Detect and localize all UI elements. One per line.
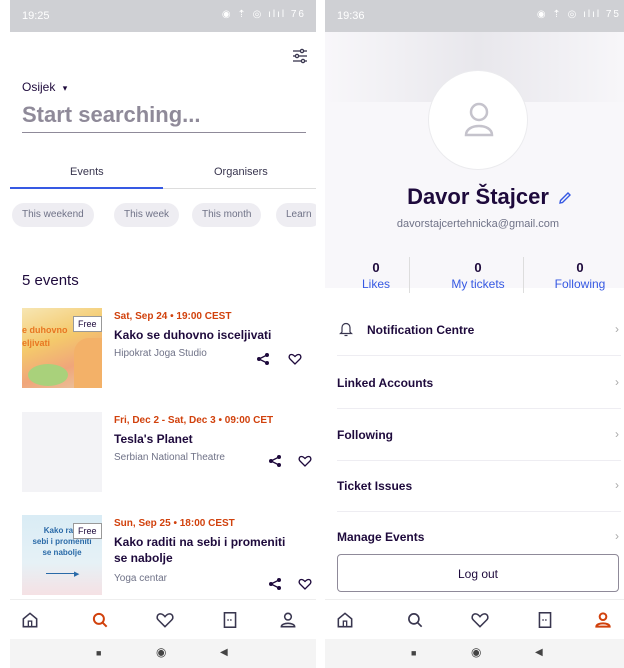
search-icon[interactable] [405, 610, 425, 630]
stat-likes[interactable]: 0 Likes [325, 260, 427, 291]
menu-notification-centre[interactable]: Notification Centre › [337, 305, 621, 356]
menu-label: Following [337, 428, 393, 442]
stat-label: Likes [361, 277, 390, 291]
avatar[interactable] [428, 70, 528, 170]
stat-my-tickets[interactable]: 0 My tickets [427, 260, 529, 291]
search-screen: 19:25 ◉ ⇡ ◎ ılıl 76 Osijek ▾ Start searc… [10, 0, 316, 668]
share-icon[interactable] [256, 352, 270, 366]
chevron-right-icon: › [615, 322, 619, 336]
stat-number: 0 [372, 260, 380, 275]
filter-icon[interactable] [292, 48, 308, 64]
share-icon[interactable] [268, 577, 282, 591]
event-date: Sun, Sep 25 • 18:00 CEST [114, 518, 235, 529]
stat-number: 0 [576, 260, 584, 275]
back-icon[interactable]: ◀ [535, 647, 543, 658]
status-bar: 19:25 ◉ ⇡ ◎ ılıl 76 [10, 0, 316, 32]
home-icon[interactable] [20, 610, 40, 630]
event-card[interactable]: Kako radi sebi i promeniti se nabolje ▶ … [22, 515, 312, 599]
events-count: 5 events [22, 272, 79, 289]
profile-header: Davor Štajcer davorstajcertehnicka@gmail… [325, 32, 624, 293]
chip-this-weekend[interactable]: This weekend [12, 203, 94, 227]
event-card[interactable]: e duhovno eljivati Free Sat, Sep 24 • 19… [22, 308, 312, 392]
profile-name: Davor Štajcer [407, 184, 549, 209]
profile-email: davorstajcertehnicka@gmail.com [396, 218, 560, 230]
recents-icon[interactable]: ■ [96, 648, 101, 658]
ticket-icon[interactable] [220, 610, 240, 630]
heart-icon[interactable] [155, 610, 175, 630]
menu-manage-events[interactable]: Manage Events › [337, 512, 621, 544]
tab-bar: Events Organisers [10, 163, 316, 189]
event-organizer: Serbian National Theatre [114, 452, 225, 463]
status-time: 19:36 [337, 10, 365, 22]
event-title: Kako raditi na sebi i promeniti se nabol… [114, 535, 286, 565]
heart-icon[interactable] [298, 454, 312, 468]
chip-learn[interactable]: Learn [276, 203, 316, 227]
search-input[interactable]: Start searching... [22, 102, 201, 128]
event-thumbnail [22, 412, 102, 492]
ticket-icon[interactable] [535, 610, 555, 630]
status-icons: ◉ ⇡ ◎ ılıl 75 [536, 9, 621, 20]
status-icons: ◉ ⇡ ◎ ılıl 76 [221, 9, 306, 20]
tab-organisers[interactable]: Organisers [214, 166, 268, 178]
location-selector[interactable]: Osijek ▾ [22, 80, 67, 94]
heart-icon[interactable] [470, 610, 490, 630]
chip-this-week[interactable]: This week [114, 203, 180, 227]
menu-linked-accounts[interactable]: Linked Accounts › [337, 358, 621, 409]
free-badge: Free [73, 316, 102, 332]
heart-icon[interactable] [288, 352, 302, 366]
free-badge: Free [73, 523, 102, 539]
event-title: Tesla's Planet [114, 432, 193, 446]
system-nav: ■ ◉ ◀ [325, 639, 624, 668]
chevron-right-icon: › [615, 529, 619, 543]
tab-indicator [10, 187, 163, 189]
search-icon[interactable] [90, 610, 110, 630]
stat-number: 0 [474, 260, 482, 275]
recents-icon[interactable]: ■ [411, 648, 416, 658]
bottom-nav [325, 599, 624, 639]
event-card[interactable]: Fri, Dec 2 - Sat, Dec 3 • 09:00 CET Tesl… [22, 412, 312, 496]
logout-button[interactable]: Log out [337, 554, 619, 592]
status-time: 19:25 [22, 10, 50, 22]
divider [523, 257, 524, 293]
menu-label: Linked Accounts [337, 376, 434, 390]
stat-following[interactable]: 0 Following [529, 260, 624, 291]
menu-label: Notification Centre [367, 323, 475, 337]
bell-icon [339, 322, 353, 337]
status-bar: 19:36 ◉ ⇡ ◎ ılıl 75 [325, 0, 624, 32]
back-icon[interactable]: ◀ [220, 647, 228, 658]
chevron-right-icon: › [615, 375, 619, 389]
chevron-right-icon: › [615, 478, 619, 492]
share-icon[interactable] [268, 454, 282, 468]
event-title: Kako se duhovno isceljivati [114, 328, 272, 342]
search-underline [22, 132, 306, 133]
thumbnail-text: e duhovno eljivati [22, 325, 68, 348]
bottom-nav [10, 599, 316, 639]
menu-following[interactable]: Following › [337, 410, 621, 461]
event-organizer: Yoga centar [114, 573, 168, 584]
menu-ticket-issues[interactable]: Ticket Issues › [337, 461, 621, 512]
home-button-icon[interactable]: ◉ [156, 645, 166, 659]
event-date: Fri, Dec 2 - Sat, Dec 3 • 09:00 CET [114, 415, 274, 426]
menu-label: Manage Events [337, 530, 425, 544]
location-label: Osijek [22, 80, 56, 94]
stat-label: My tickets [451, 277, 505, 291]
profile-icon[interactable] [593, 610, 613, 630]
chevron-down-icon: ▾ [62, 83, 68, 93]
pencil-icon[interactable] [557, 190, 573, 206]
divider [409, 257, 410, 293]
event-date: Sat, Sep 24 • 19:00 CEST [114, 311, 232, 322]
avatar-placeholder-icon [464, 102, 494, 137]
chevron-right-icon: › [615, 427, 619, 441]
home-icon[interactable] [335, 610, 355, 630]
heart-icon[interactable] [298, 577, 312, 591]
profile-icon[interactable] [278, 610, 298, 630]
stat-label: Following [554, 277, 606, 291]
menu-label: Ticket Issues [337, 479, 413, 493]
profile-screen: 19:36 ◉ ⇡ ◎ ılıl 75 Davor Štajcer davors… [325, 0, 624, 668]
event-organizer: Hipokrat Joga Studio [114, 348, 207, 359]
chip-this-month[interactable]: This month [192, 203, 262, 227]
tab-events[interactable]: Events [70, 166, 104, 178]
system-nav: ■ ◉ ◀ [10, 639, 316, 668]
home-button-icon[interactable]: ◉ [471, 645, 481, 659]
